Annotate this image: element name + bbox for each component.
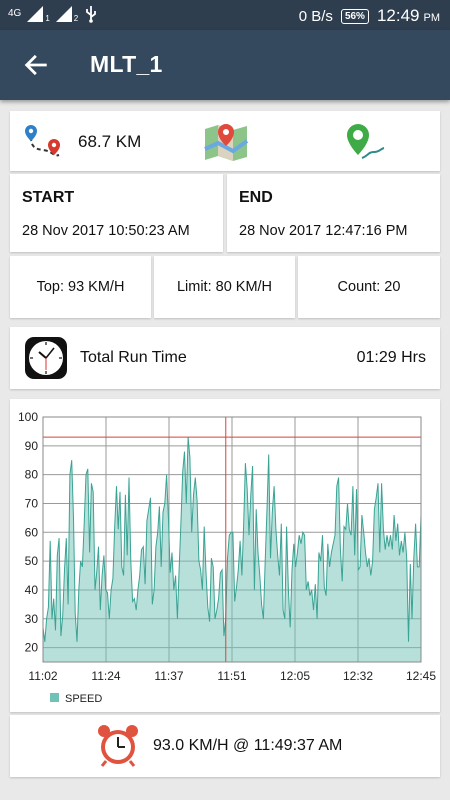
sim2-label: 2 — [73, 13, 79, 23]
speed-chart-card[interactable]: 20 30 40 50 60 70 80 90 100 11:02 11:24 11:37 11:51 1… — [10, 399, 440, 712]
max-speed-text: 93.0 KM/H @ 11:49:37 AM — [153, 737, 343, 754]
x-tick-label: 12:45 — [406, 669, 436, 683]
sim1-label: 1 — [45, 13, 50, 23]
y-tick-label: 70 — [25, 496, 39, 510]
location-path-icon[interactable] — [344, 122, 386, 164]
signal-icon — [55, 6, 72, 22]
page-title: MLT_1 — [90, 51, 163, 77]
distance-card: 68.7 KM — [10, 111, 440, 171]
end-time: 28 Nov 2017 12:47:16 PM — [239, 223, 408, 239]
clock-time: 12:49 — [376, 6, 420, 25]
clock-ampm: PM — [423, 11, 441, 24]
status-bar: 4G 1 2 0 B/s 56% 12:49 PM — [0, 0, 450, 30]
usb-icon — [86, 6, 97, 23]
start-time: 28 Nov 2017 10:50:23 AM — [22, 223, 190, 239]
count: Count: 20 — [337, 279, 401, 295]
x-tick-label: 11:51 — [217, 669, 246, 683]
start-card: START 28 Nov 2017 10:50:23 AM — [10, 174, 223, 252]
signal-icon — [27, 6, 44, 22]
limit-card: Limit: 80 KM/H — [154, 256, 295, 318]
y-tick-label: 100 — [18, 410, 38, 424]
y-tick-label: 60 — [25, 525, 39, 539]
x-tick-label: 12:32 — [343, 669, 373, 683]
y-tick-label: 20 — [25, 641, 39, 655]
speed-limit: Limit: 80 KM/H — [176, 279, 273, 295]
legend-label: SPEED — [65, 693, 102, 705]
battery-badge: 56% — [340, 8, 369, 24]
count-card: Count: 20 — [298, 256, 440, 318]
top-speed-card: Top: 93 KM/H — [10, 256, 151, 318]
run-time-label: Total Run Time — [80, 349, 187, 366]
alarm-clock-icon — [98, 725, 138, 767]
clock-icon — [25, 337, 67, 379]
x-tick-label: 11:37 — [154, 669, 183, 683]
x-tick-label: 11:24 — [91, 669, 120, 683]
speed-chart[interactable]: 20 30 40 50 60 70 80 90 100 11:02 11:24 11:37 11:51 1… — [10, 399, 440, 712]
legend-swatch — [50, 693, 59, 702]
y-tick-label: 90 — [25, 439, 39, 453]
arrow-left-icon[interactable] — [22, 51, 50, 79]
run-time-value: 01:29 Hrs — [356, 349, 426, 366]
top-speed: Top: 93 KM/H — [36, 279, 125, 295]
distance-value: 68.7 KM — [78, 132, 142, 151]
y-tick-label: 30 — [25, 612, 39, 626]
data-rate: 0 B/s — [298, 7, 333, 25]
y-tick-label: 50 — [25, 554, 39, 568]
end-card: END 28 Nov 2017 12:47:16 PM — [227, 174, 440, 252]
y-tick-label: 40 — [25, 583, 39, 597]
map-pin-icon[interactable] — [203, 121, 249, 163]
app-bar: MLT_1 — [0, 30, 450, 100]
x-tick-label: 12:05 — [280, 669, 310, 683]
network-type: 4G — [8, 8, 22, 19]
end-label: END — [239, 189, 273, 206]
run-time-card: Total Run Time 01:29 Hrs — [10, 327, 440, 389]
max-speed-card: 93.0 KM/H @ 11:49:37 AM — [10, 715, 440, 777]
y-tick-label: 80 — [25, 468, 39, 482]
start-label: START — [22, 189, 75, 206]
route-pins-icon — [25, 125, 60, 157]
x-tick-label: 11:02 — [28, 669, 57, 683]
